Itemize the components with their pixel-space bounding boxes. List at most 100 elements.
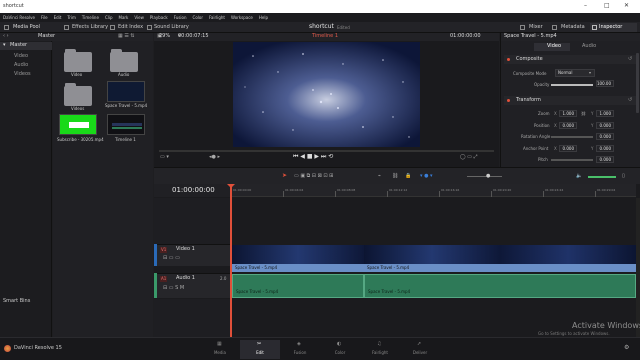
- settings-icon[interactable]: ⚙: [624, 344, 629, 352]
- zoom-y-field[interactable]: 1.000: [596, 110, 614, 117]
- link-icon[interactable]: ⛓: [581, 111, 586, 117]
- media-item-videos-folder[interactable]: Videos: [61, 80, 95, 111]
- snapping-icon[interactable]: ⌁: [378, 173, 381, 180]
- composite-mode-select[interactable]: Normal ▾: [555, 69, 595, 77]
- clip-label-bar: Space Travel - 5.mp4: [364, 264, 636, 272]
- clip-label-bar: Space Travel - 5.mp4: [232, 264, 364, 272]
- audio-meter-icon[interactable]: ▯: [622, 173, 625, 180]
- link-clips-icon[interactable]: ⛓: [392, 173, 398, 180]
- menu-item-playback[interactable]: Playback: [150, 13, 168, 22]
- inspector-panel: Space Travel - 5.mp4 Video Audio Composi…: [500, 33, 640, 167]
- flag-icon[interactable]: ▾ ● ▾: [420, 173, 433, 180]
- media-item-label: Timeline 1: [115, 137, 136, 142]
- composite-section[interactable]: Composite ↺: [504, 55, 636, 64]
- media-item-audio-folder[interactable]: Audio: [107, 46, 141, 77]
- timeline-ruler[interactable]: 01:00:00:00 01:00:04:04 01:00:08:08 01:00:1…: [231, 184, 636, 197]
- timeline-zoom-slider[interactable]: ●: [486, 173, 490, 180]
- lock-icon[interactable]: 🔒: [405, 173, 411, 180]
- tab-audio[interactable]: Audio: [582, 43, 596, 50]
- anchor-y-field[interactable]: 0.000: [596, 145, 614, 152]
- sidebar-item-video[interactable]: Video: [14, 53, 28, 60]
- view-icons[interactable]: ▦ ☰ ⇅: [118, 33, 135, 40]
- audio-clip-1[interactable]: Space Travel - 5.mp4: [232, 274, 364, 298]
- video-clip-2[interactable]: Space Travel - 5.mp4: [364, 245, 636, 272]
- sidebar-item-audio[interactable]: Audio: [14, 62, 28, 69]
- media-pool-button[interactable]: Media Pool: [13, 24, 40, 31]
- track-controls-icons[interactable]: ⊟ ▭ ▭: [163, 255, 180, 262]
- sound-library-button[interactable]: Sound Library: [154, 24, 189, 31]
- media-item-video-folder[interactable]: Video: [61, 46, 95, 77]
- close-button[interactable]: ✕: [624, 2, 629, 10]
- rotation-slider[interactable]: [551, 136, 593, 138]
- sidebar-item-videos[interactable]: Videos: [14, 71, 31, 78]
- position-x-field[interactable]: 0.000: [559, 122, 577, 129]
- viewer-zoom[interactable]: 29%: [159, 33, 170, 40]
- reset-icon[interactable]: ↺: [628, 56, 632, 63]
- project-status: Edited: [337, 25, 350, 30]
- menu-item-davinci-resolve[interactable]: DaVinci Resolve: [3, 13, 35, 22]
- media-item-space-travel[interactable]: Space Travel - 5.mp4: [105, 81, 147, 111]
- volume-slider[interactable]: [588, 176, 616, 178]
- edit-tool-icons[interactable]: ▭ ▣ ⧉ ⊟ ⊠ ⊡ ⊞: [294, 173, 333, 180]
- inspector-button[interactable]: Inspector: [599, 24, 622, 31]
- video-clip-1[interactable]: Space Travel - 5.mp4: [232, 245, 364, 272]
- bin-sidebar: ▾ Master Video Audio Videos Smart Bins: [0, 33, 52, 337]
- page-tab-media[interactable]: ▦ Media: [200, 340, 240, 359]
- rotation-field[interactable]: 0.000: [596, 133, 614, 140]
- transform-section[interactable]: Transform ↺: [504, 96, 636, 105]
- back-icon[interactable]: ‹ ›: [3, 33, 9, 40]
- viewer-timeline-name[interactable]: Timeline 1: [312, 33, 338, 40]
- menu-item-clip[interactable]: Clip: [105, 13, 113, 22]
- page-fairlight-icon: ♫: [377, 341, 382, 347]
- mixer-button[interactable]: Mixer: [529, 24, 543, 31]
- metadata-button[interactable]: Metadata: [561, 24, 585, 31]
- page-tab-fairlight[interactable]: ♫ Fairlight: [360, 340, 400, 359]
- anchor-x-field[interactable]: 0.000: [559, 145, 577, 152]
- menu-item-file[interactable]: File: [41, 13, 48, 22]
- menu-item-workspace[interactable]: Workspace: [231, 13, 253, 22]
- volume-icon[interactable]: 🔈: [576, 173, 582, 180]
- jog-icon[interactable]: ◂● ▸: [209, 154, 220, 161]
- effects-library-button[interactable]: Effects Library: [72, 24, 108, 31]
- audio-clip-2[interactable]: Space Travel - 5.mp4: [364, 274, 636, 298]
- clip-name: Space Travel - 5.mp4: [236, 289, 279, 294]
- media-item-subscribe[interactable]: Subscribe - 30205.mp4: [57, 114, 104, 144]
- viewer-scrubber[interactable]: [159, 150, 494, 152]
- page-tab-fusion[interactable]: ◈ Fusion: [280, 340, 320, 359]
- zoom-x-field[interactable]: 1.000: [559, 110, 577, 117]
- section-dot-icon: [507, 99, 510, 102]
- reset-icon[interactable]: ↺: [628, 97, 632, 104]
- pitch-field[interactable]: 0.000: [596, 156, 614, 163]
- viewer-right-icons[interactable]: ◯ ▭ ⤢: [460, 154, 478, 161]
- edit-index-button[interactable]: Edit Index: [118, 24, 143, 31]
- page-tab-color[interactable]: ◐ Color: [320, 340, 360, 359]
- menu-item-timeline[interactable]: Timeline: [82, 13, 99, 22]
- menu-item-mark[interactable]: Mark: [119, 13, 129, 22]
- position-y-field[interactable]: 0.000: [596, 122, 614, 129]
- pitch-slider[interactable]: [551, 159, 593, 161]
- selection-tool-icon[interactable]: ➤: [282, 172, 287, 180]
- page-tab-deliver[interactable]: ➚ Deliver: [400, 340, 440, 359]
- media-item-timeline[interactable]: Timeline 1: [105, 114, 147, 144]
- opacity-slider[interactable]: [551, 84, 593, 86]
- menu-item-color[interactable]: Color: [193, 13, 203, 22]
- ruler-tick-label: 01:00:12:12: [389, 188, 408, 192]
- menu-item-view[interactable]: View: [134, 13, 144, 22]
- page-tab-edit[interactable]: ✂ Edit: [240, 340, 280, 359]
- minimize-button[interactable]: –: [584, 2, 587, 10]
- menu-item-help[interactable]: Help: [259, 13, 268, 22]
- maximize-button[interactable]: □: [604, 2, 610, 10]
- sidebar-item-master[interactable]: ▾ Master: [0, 42, 52, 50]
- inspector-scrollbar[interactable]: [636, 53, 639, 113]
- menu-item-fusion[interactable]: Fusion: [174, 13, 187, 22]
- viewer-options-icon[interactable]: ▭ ▾: [160, 154, 169, 161]
- viewer-panel: ▣ 29% ▾ 00:00:07:15 Timeline 1 01:00:00:…: [154, 33, 499, 167]
- timeline-vertical-scrollbar[interactable]: [636, 198, 640, 337]
- audio-track-controls-icons[interactable]: ⊟ ▭ S M: [163, 285, 184, 292]
- opacity-value[interactable]: 100.00: [596, 80, 614, 87]
- menu-item-trim[interactable]: Trim: [67, 13, 76, 22]
- menu-item-fairlight[interactable]: Fairlight: [209, 13, 225, 22]
- tab-video[interactable]: Video: [534, 43, 570, 51]
- menu-item-edit[interactable]: Edit: [54, 13, 62, 22]
- transport-controls[interactable]: ⏮ ◀ ■ ▶ ⏭ ⟲: [293, 153, 333, 161]
